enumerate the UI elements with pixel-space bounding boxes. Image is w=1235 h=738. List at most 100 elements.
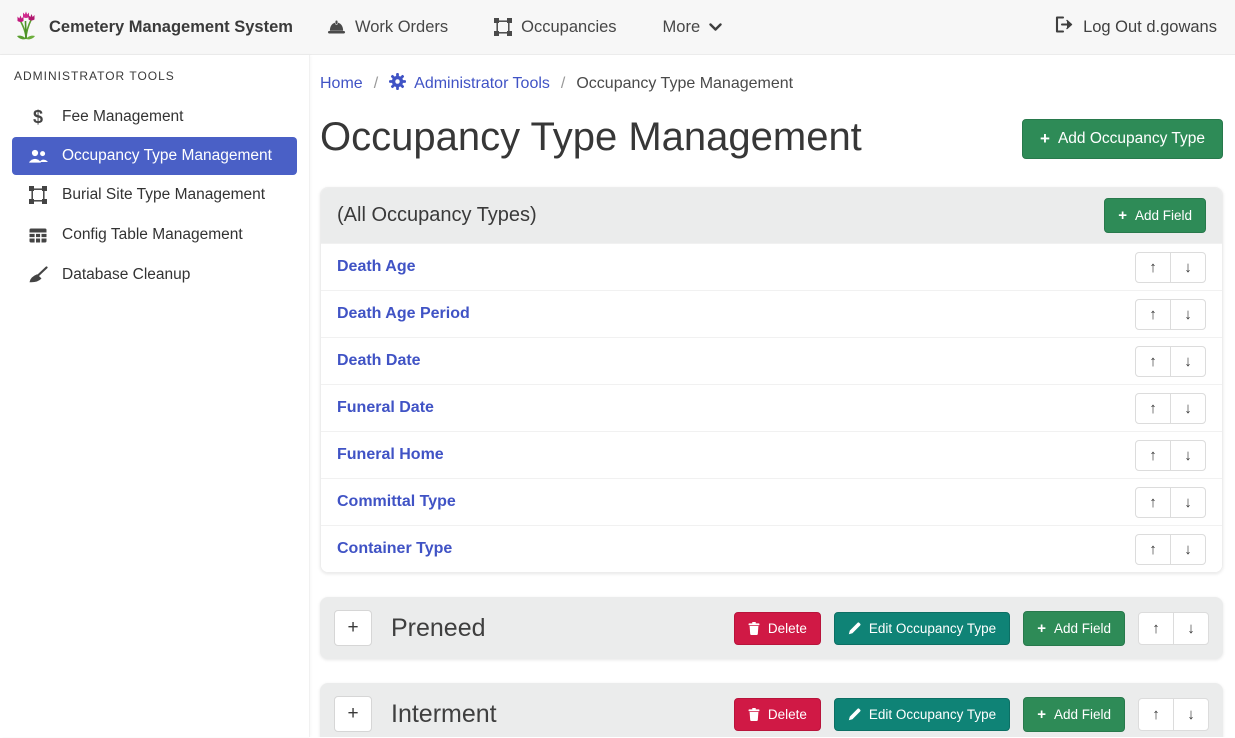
users-icon	[26, 149, 50, 164]
logout-label: Log Out d.gowans	[1083, 18, 1217, 37]
field-row: Funeral Date ↑ ↓	[321, 384, 1222, 431]
trash-icon	[748, 622, 760, 635]
breadcrumb-admin-tools-link[interactable]: Administrator Tools	[389, 73, 550, 95]
nav-item-work-orders[interactable]: Work Orders	[327, 18, 448, 37]
delete-label: Delete	[768, 707, 807, 722]
logout-button[interactable]: Log Out d.gowans	[1055, 16, 1217, 38]
admin-sidebar: ADMINISTRATOR TOOLS $ Fee Management Occ…	[0, 55, 310, 737]
sidebar-heading: ADMINISTRATOR TOOLS	[0, 67, 309, 97]
pencil-icon	[848, 622, 861, 635]
sidebar-item-fee-management[interactable]: $ Fee Management	[0, 97, 309, 137]
sign-out-icon	[1055, 16, 1074, 38]
breadcrumb: Home / Administrator Tools / Occupancy T…	[320, 70, 1223, 95]
breadcrumb-separator: /	[374, 75, 378, 93]
edit-occupancy-type-button[interactable]: Edit Occupancy Type	[834, 612, 1010, 645]
add-field-button[interactable]: + Add Field	[1023, 611, 1125, 646]
move-down-button[interactable]: ↓	[1170, 487, 1206, 518]
field-link-funeral-date[interactable]: Funeral Date	[337, 399, 434, 417]
page-title: Occupancy Type Management	[320, 111, 862, 163]
field-link-funeral-home[interactable]: Funeral Home	[337, 446, 444, 464]
reorder-buttons: ↑ ↓	[1135, 534, 1206, 565]
sidebar-item-database-cleanup[interactable]: Database Cleanup	[0, 255, 309, 295]
sidebar-item-burial-site-type-management[interactable]: Burial Site Type Management	[0, 175, 309, 215]
move-up-button[interactable]: ↑	[1138, 612, 1174, 645]
delete-button[interactable]: Delete	[734, 612, 821, 645]
move-up-button[interactable]: ↑	[1135, 346, 1171, 377]
move-up-button[interactable]: ↑	[1138, 698, 1174, 731]
title-row: Occupancy Type Management + Add Occupanc…	[320, 111, 1223, 163]
move-down-button[interactable]: ↓	[1170, 440, 1206, 471]
plus-icon: +	[1040, 129, 1050, 149]
section-title: Preneed	[391, 614, 486, 643]
sidebar-item-label: Burial Site Type Management	[62, 186, 265, 204]
trash-icon	[748, 708, 760, 721]
field-link-death-date[interactable]: Death Date	[337, 352, 421, 370]
reorder-buttons: ↑ ↓	[1135, 252, 1206, 283]
sidebar-item-label: Occupancy Type Management	[62, 147, 272, 165]
plus-icon: +	[1037, 620, 1046, 637]
breadcrumb-current: Occupancy Type Management	[576, 75, 793, 93]
chevron-down-icon	[709, 23, 722, 32]
nav-item-label: Work Orders	[355, 18, 448, 37]
edit-occupancy-type-button[interactable]: Edit Occupancy Type	[834, 698, 1010, 731]
add-field-label: Add Field	[1054, 621, 1111, 636]
add-field-button[interactable]: + Add Field	[1023, 697, 1125, 732]
hard-hat-icon	[327, 19, 346, 35]
field-row: Death Age Period ↑ ↓	[321, 290, 1222, 337]
nav-item-more[interactable]: More	[663, 18, 723, 37]
move-down-button[interactable]: ↓	[1170, 393, 1206, 424]
add-field-button[interactable]: + Add Field	[1104, 198, 1206, 233]
field-link-death-age-period[interactable]: Death Age Period	[337, 305, 470, 323]
field-link-container-type[interactable]: Container Type	[337, 540, 452, 558]
sidebar-item-config-table-management[interactable]: Config Table Management	[0, 215, 309, 255]
expand-button[interactable]: +	[334, 610, 372, 646]
sidebar-item-label: Database Cleanup	[62, 266, 190, 284]
reorder-buttons: ↑ ↓	[1135, 487, 1206, 518]
move-down-button[interactable]: ↓	[1170, 534, 1206, 565]
move-up-button[interactable]: ↑	[1135, 534, 1171, 565]
add-occupancy-type-label: Add Occupancy Type	[1058, 130, 1205, 148]
field-row: Committal Type ↑ ↓	[321, 478, 1222, 525]
breadcrumb-home-link[interactable]: Home	[320, 75, 363, 93]
move-down-button[interactable]: ↓	[1170, 252, 1206, 283]
move-up-button[interactable]: ↑	[1135, 252, 1171, 283]
occupancy-frame-icon	[494, 18, 512, 36]
app-brand[interactable]: Cemetery Management System	[14, 9, 293, 46]
nav-item-label: Occupancies	[521, 18, 616, 37]
add-field-label: Add Field	[1054, 707, 1111, 722]
nav-item-occupancies[interactable]: Occupancies	[494, 18, 616, 37]
move-down-button[interactable]: ↓	[1170, 346, 1206, 377]
move-up-button[interactable]: ↑	[1135, 440, 1171, 471]
occupancy-type-section-preneed: + Preneed Delete	[320, 597, 1223, 659]
section-actions: Delete Edit Occupancy Type + Add Field ↑	[734, 611, 1209, 646]
sidebar-item-occupancy-type-management[interactable]: Occupancy Type Management	[12, 137, 297, 175]
move-up-button[interactable]: ↑	[1135, 299, 1171, 330]
move-down-button[interactable]: ↓	[1170, 299, 1206, 330]
field-link-death-age[interactable]: Death Age	[337, 258, 416, 276]
move-up-button[interactable]: ↑	[1135, 487, 1171, 518]
add-occupancy-type-button[interactable]: + Add Occupancy Type	[1022, 119, 1223, 159]
broom-icon	[26, 266, 50, 284]
field-row: Death Age ↑ ↓	[321, 243, 1222, 290]
plus-icon: +	[1037, 706, 1046, 723]
delete-button[interactable]: Delete	[734, 698, 821, 731]
move-down-button[interactable]: ↓	[1173, 612, 1209, 645]
expand-button[interactable]: +	[334, 696, 372, 732]
reorder-buttons: ↑ ↓	[1135, 440, 1206, 471]
breadcrumb-separator: /	[561, 75, 565, 93]
breadcrumb-admin-tools-label: Administrator Tools	[414, 75, 550, 93]
section-title: Interment	[391, 700, 497, 729]
all-occupancy-types-header: (All Occupancy Types) + Add Field	[321, 188, 1222, 243]
field-row: Funeral Home ↑ ↓	[321, 431, 1222, 478]
page-layout: ADMINISTRATOR TOOLS $ Fee Management Occ…	[0, 55, 1235, 737]
table-icon	[26, 228, 50, 243]
field-link-committal-type[interactable]: Committal Type	[337, 493, 456, 511]
field-row: Death Date ↑ ↓	[321, 337, 1222, 384]
reorder-buttons: ↑ ↓	[1138, 612, 1209, 645]
occupancy-type-section-interment: + Interment Delete	[320, 683, 1223, 737]
delete-label: Delete	[768, 621, 807, 636]
brand-title: Cemetery Management System	[49, 18, 293, 37]
move-up-button[interactable]: ↑	[1135, 393, 1171, 424]
all-occupancy-types-card: (All Occupancy Types) + Add Field Death …	[320, 187, 1223, 573]
move-down-button[interactable]: ↓	[1173, 698, 1209, 731]
